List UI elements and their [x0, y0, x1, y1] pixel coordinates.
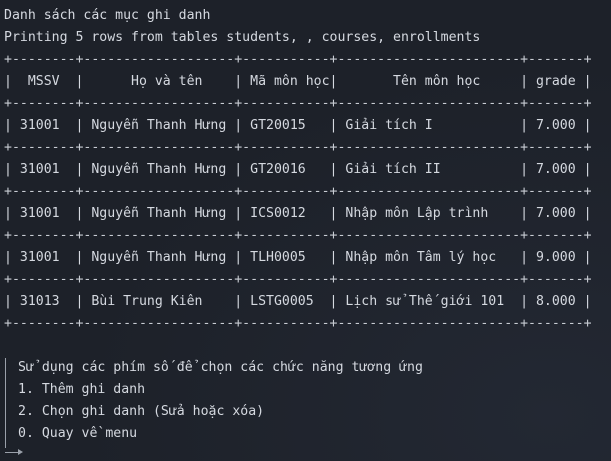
terminal-window: Danh sách các mục ghi danh Printing 5 ro… [0, 0, 611, 461]
menu-prompt: Sử dụng các phím số để chọn các chức năn… [18, 360, 423, 375]
menu-option-back-to-menu[interactable]: 0. Quay về menu [18, 423, 137, 445]
table-separator: +--------+-------------------+----------… [4, 228, 592, 243]
menu-frame-corner [5, 452, 18, 453]
table-separator: +--------+-------------------+----------… [4, 316, 592, 331]
table-row: | 31001 | Nguyễn Thanh Hưng | TLH0005 | … [4, 250, 592, 265]
table-row: | 31001 | Nguyễn Thanh Hưng | GT20015 | … [4, 118, 592, 133]
table-row: | 31013 | Bùi Trung Kiên | LSTG0005 | Lị… [4, 294, 592, 309]
menu-option-add-enrollment[interactable]: 1. Thêm ghi danh [18, 379, 145, 401]
table-separator: +--------+-------------------+----------… [4, 52, 592, 67]
list-heading: Danh sách các mục ghi danh [4, 8, 211, 23]
table-row: | 31001 | Nguyễn Thanh Hưng | GT20016 | … [4, 162, 592, 177]
prompt-arrow-icon [18, 449, 23, 455]
table-separator: +--------+-------------------+----------… [4, 184, 592, 199]
table-separator: +--------+-------------------+----------… [4, 272, 592, 287]
table-header-row: | MSSV | Họ và tên | Mã môn học| Tên môn… [4, 74, 592, 89]
print-info: Printing 5 rows from tables students, , … [4, 30, 481, 45]
menu-option-select-enrollment[interactable]: 2. Chọn ghi danh (Sửa hoặc xóa) [18, 401, 264, 423]
table-separator: +--------+-------------------+----------… [4, 96, 592, 111]
table-row: | 31001 | Nguyễn Thanh Hưng | ICS0012 | … [4, 206, 592, 221]
table-separator: +--------+-------------------+----------… [4, 140, 592, 155]
menu-frame-line [5, 358, 6, 448]
